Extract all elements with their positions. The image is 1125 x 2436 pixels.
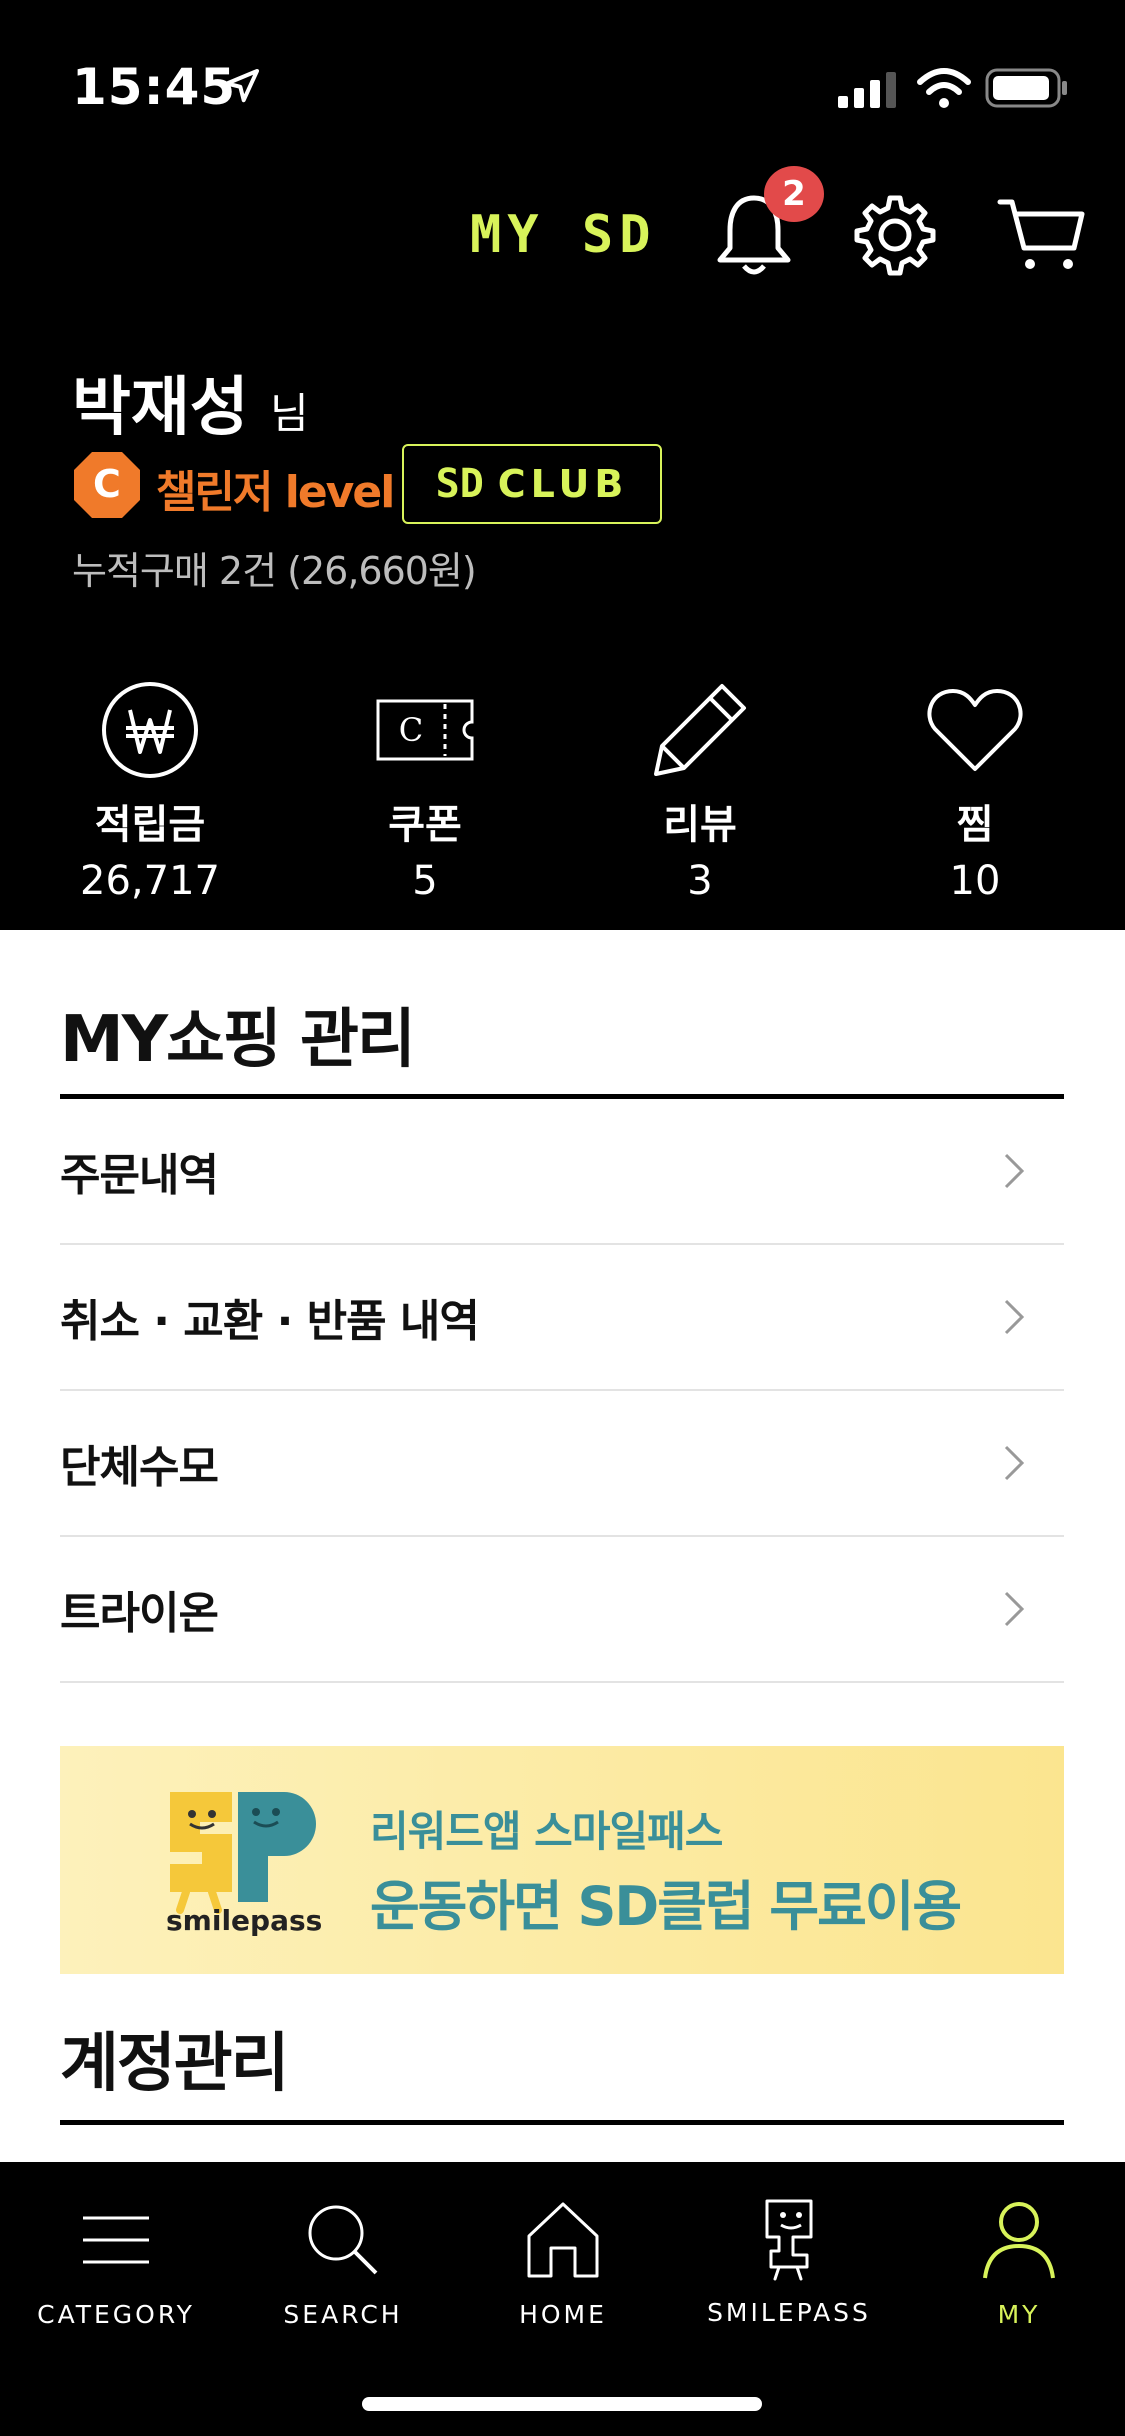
smilepass-logo-text: smilepass bbox=[166, 1904, 323, 1937]
nav-my[interactable]: MY bbox=[909, 2190, 1125, 2329]
chevron-right-icon bbox=[1004, 1445, 1025, 1481]
battery-icon bbox=[985, 68, 1067, 108]
chevron-right-icon bbox=[1004, 1299, 1025, 1335]
menu-cancel-exchange-return[interactable]: 취소 · 교환 · 반품 내역 bbox=[60, 1245, 1064, 1391]
sd-club-button[interactable]: SD CLUB bbox=[402, 444, 662, 524]
person-icon bbox=[983, 2202, 1055, 2279]
search-icon bbox=[308, 2205, 378, 2275]
stat-label: 리뷰 bbox=[663, 802, 737, 848]
won-icon bbox=[102, 682, 198, 778]
home-icon bbox=[527, 2202, 599, 2278]
bottom-nav: CATEGORY SEARCH HOME SMILEPASS MY bbox=[0, 2162, 1125, 2436]
level-badge-icon: C bbox=[74, 452, 140, 518]
gear-icon[interactable] bbox=[850, 190, 940, 280]
notification-badge: 2 bbox=[764, 166, 824, 222]
nav-smilepass[interactable]: SMILEPASS bbox=[679, 2190, 899, 2327]
cart-icon[interactable] bbox=[996, 196, 1086, 276]
stat-coupon[interactable]: C 쿠폰 5 bbox=[315, 680, 535, 904]
banner-line-1: 리워드앱 스마일패스 bbox=[370, 1807, 723, 1856]
menu-order-history[interactable]: 주문내역 bbox=[60, 1099, 1064, 1245]
cellular-signal-icon bbox=[838, 72, 896, 108]
coupon-icon: C bbox=[376, 699, 474, 761]
pencil-icon bbox=[654, 684, 746, 776]
svg-text:C: C bbox=[399, 711, 423, 749]
chevron-right-icon bbox=[1004, 1153, 1025, 1189]
level-letter: C bbox=[93, 462, 121, 506]
stat-value: 3 bbox=[687, 858, 713, 904]
nav-label: SEARCH bbox=[283, 2300, 403, 2329]
user-honorific: 님 bbox=[270, 389, 309, 438]
account-section-title: 계정관리 bbox=[60, 2027, 290, 2101]
nav-label: CATEGORY bbox=[37, 2300, 195, 2329]
menu-label: 주문내역 bbox=[60, 1150, 219, 1201]
location-arrow-icon bbox=[225, 69, 259, 103]
stat-points[interactable]: 적립금 26,717 bbox=[40, 680, 260, 904]
menu-label: 취소 · 교환 · 반품 내역 bbox=[60, 1296, 480, 1347]
nav-label: SMILEPASS bbox=[707, 2298, 871, 2327]
profile-header: 15:45 MY SD 2 박재성 님 C 챌린저 level SD CLUB … bbox=[0, 0, 1125, 930]
club-label: CLUB bbox=[497, 462, 629, 506]
menu-group-swimsuit[interactable]: 단체수모 bbox=[60, 1391, 1064, 1537]
status-time: 15:45 bbox=[72, 58, 237, 116]
sd-logo: SD bbox=[435, 461, 484, 507]
banner-line-2: 운동하면 SD클럽 무료이용 bbox=[370, 1875, 962, 1938]
heart-icon bbox=[927, 689, 1023, 771]
stat-review[interactable]: 리뷰 3 bbox=[590, 680, 810, 904]
smilepass-banner[interactable]: smilepass 리워드앱 스마일패스 운동하면 SD클럽 무료이용 bbox=[60, 1746, 1064, 1974]
shopping-section-title: MY쇼핑 관리 bbox=[60, 1003, 416, 1077]
chevron-right-icon bbox=[1004, 1591, 1025, 1627]
level-text: 챌린저 level bbox=[156, 467, 395, 518]
stat-label: 쿠폰 bbox=[388, 802, 462, 848]
nav-home[interactable]: HOME bbox=[453, 2190, 673, 2329]
stat-value: 26,717 bbox=[80, 858, 220, 904]
section-divider bbox=[60, 2120, 1064, 2125]
user-name: 박재성 bbox=[72, 371, 249, 445]
nav-category[interactable]: CATEGORY bbox=[6, 2190, 226, 2329]
nav-label: HOME bbox=[519, 2300, 607, 2329]
status-bar: 15:45 bbox=[0, 0, 1125, 130]
wifi-icon bbox=[917, 68, 971, 108]
menu-try-on[interactable]: 트라이온 bbox=[60, 1537, 1064, 1683]
stat-wishlist[interactable]: 찜 10 bbox=[865, 680, 1085, 904]
menu-icon bbox=[83, 2216, 149, 2264]
menu-label: 트라이온 bbox=[60, 1588, 219, 1639]
accumulated-purchase: 누적구매 2건 (26,660원) bbox=[72, 549, 477, 593]
nav-label: MY bbox=[997, 2300, 1041, 2329]
stat-label: 적립금 bbox=[94, 802, 206, 848]
page-title: MY SD bbox=[470, 205, 657, 265]
stat-value: 5 bbox=[412, 858, 438, 904]
nav-search[interactable]: SEARCH bbox=[233, 2190, 453, 2329]
menu-label: 단체수모 bbox=[60, 1442, 219, 1493]
home-indicator bbox=[362, 2397, 762, 2411]
smilepass-icon bbox=[765, 2199, 813, 2281]
stat-label: 찜 bbox=[956, 802, 994, 848]
stat-value: 10 bbox=[949, 858, 1001, 904]
